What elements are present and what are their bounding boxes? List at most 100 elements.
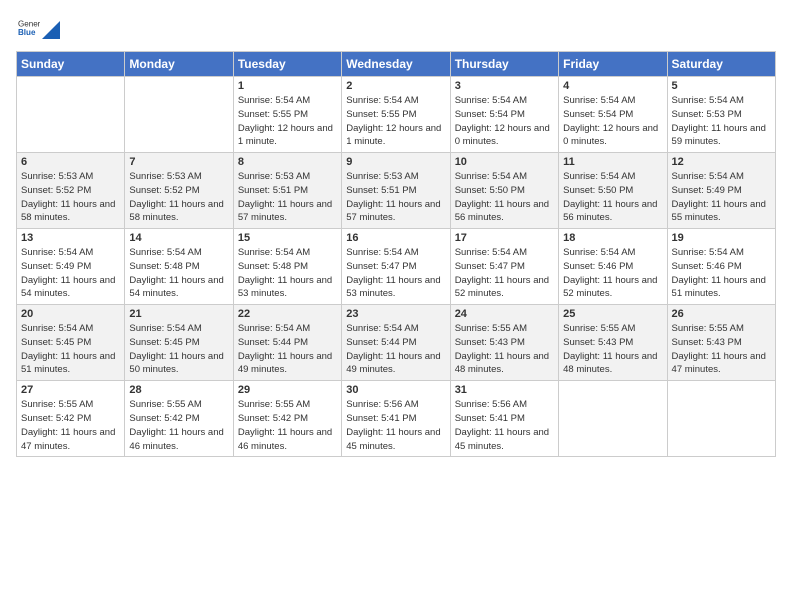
calendar-day-cell: 1 Sunrise: 5:54 AMSunset: 5:55 PMDaylight… (233, 77, 341, 153)
day-number: 26 (672, 308, 771, 320)
day-info: Sunrise: 5:54 AMSunset: 5:44 PMDaylight:… (238, 322, 337, 377)
calendar-day-cell: 16 Sunrise: 5:54 AMSunset: 5:47 PMDayligh… (342, 229, 450, 305)
weekday-header: Friday (559, 52, 667, 77)
page-header: General Blue (16, 16, 776, 43)
day-info: Sunrise: 5:54 AMSunset: 5:46 PMDaylight:… (672, 246, 771, 301)
day-info: Sunrise: 5:54 AMSunset: 5:46 PMDaylight:… (563, 246, 662, 301)
logo: General Blue (16, 16, 60, 43)
day-info: Sunrise: 5:56 AMSunset: 5:41 PMDaylight:… (346, 398, 445, 453)
weekday-header: Wednesday (342, 52, 450, 77)
day-number: 22 (238, 308, 337, 320)
day-number: 25 (563, 308, 662, 320)
calendar-day-cell: 25Sunrise: 5:55 AMSunset: 5:43 PMDayligh… (559, 305, 667, 381)
weekday-header: Saturday (667, 52, 775, 77)
svg-text:General: General (18, 19, 40, 28)
day-number: 3 (455, 80, 554, 92)
day-number: 15 (238, 232, 337, 244)
calendar-day-cell: 21 Sunrise: 5:54 AMSunset: 5:45 PMDayligh… (125, 305, 233, 381)
calendar-day-cell: 30 Sunrise: 5:56 AMSunset: 5:41 PMDayligh… (342, 381, 450, 457)
day-info: Sunrise: 5:54 AMSunset: 5:47 PMDaylight:… (455, 246, 554, 301)
day-info: Sunrise: 5:54 AMSunset: 5:54 PMDaylight:… (455, 94, 554, 149)
calendar-day-cell: 27 Sunrise: 5:55 AMSunset: 5:42 PMDayligh… (17, 381, 125, 457)
day-info: Sunrise: 5:54 AMSunset: 5:55 PMDaylight:… (346, 94, 445, 149)
calendar-day-cell: 29 Sunrise: 5:55 AMSunset: 5:42 PMDayligh… (233, 381, 341, 457)
day-info: Sunrise: 5:55 AMSunset: 5:42 PMDaylight:… (21, 398, 120, 453)
day-number: 20 (21, 308, 120, 320)
calendar-day-cell (667, 381, 775, 457)
day-number: 11 (563, 156, 662, 168)
calendar-week-row: 27 Sunrise: 5:55 AMSunset: 5:42 PMDayligh… (17, 381, 776, 457)
day-number: 1 (238, 80, 337, 92)
day-number: 6 (21, 156, 120, 168)
day-number: 8 (238, 156, 337, 168)
day-info: Sunrise: 5:55 AMSunset: 5:42 PMDaylight:… (238, 398, 337, 453)
calendar-day-cell: 4Sunrise: 5:54 AMSunset: 5:54 PMDaylight… (559, 77, 667, 153)
day-number: 31 (455, 384, 554, 396)
day-info: Sunrise: 5:54 AMSunset: 5:50 PMDaylight:… (455, 170, 554, 225)
day-number: 24 (455, 308, 554, 320)
calendar-day-cell: 11 Sunrise: 5:54 AMSunset: 5:50 PMDayligh… (559, 153, 667, 229)
calendar-week-row: 20 Sunrise: 5:54 AMSunset: 5:45 PMDayligh… (17, 305, 776, 381)
calendar-day-cell (17, 77, 125, 153)
calendar-day-cell: 12 Sunrise: 5:54 AMSunset: 5:49 PMDayligh… (667, 153, 775, 229)
day-number: 14 (129, 232, 228, 244)
day-number: 2 (346, 80, 445, 92)
weekday-header: Monday (125, 52, 233, 77)
day-info: Sunrise: 5:53 AMSunset: 5:51 PMDaylight:… (346, 170, 445, 225)
day-info: Sunrise: 5:54 AMSunset: 5:45 PMDaylight:… (129, 322, 228, 377)
calendar-day-cell: 31 Sunrise: 5:56 AMSunset: 5:41 PMDayligh… (450, 381, 558, 457)
calendar-day-cell: 10 Sunrise: 5:54 AMSunset: 5:50 PMDayligh… (450, 153, 558, 229)
calendar-day-cell: 7 Sunrise: 5:53 AMSunset: 5:52 PMDaylight… (125, 153, 233, 229)
calendar-day-cell: 26Sunrise: 5:55 AMSunset: 5:43 PMDayligh… (667, 305, 775, 381)
calendar-day-cell: 19Sunrise: 5:54 AMSunset: 5:46 PMDayligh… (667, 229, 775, 305)
calendar-week-row: 1 Sunrise: 5:54 AMSunset: 5:55 PMDaylight… (17, 77, 776, 153)
svg-text:Blue: Blue (18, 28, 36, 37)
calendar-day-cell: 17Sunrise: 5:54 AMSunset: 5:47 PMDayligh… (450, 229, 558, 305)
calendar-day-cell: 9 Sunrise: 5:53 AMSunset: 5:51 PMDaylight… (342, 153, 450, 229)
calendar-day-cell: 24Sunrise: 5:55 AMSunset: 5:43 PMDayligh… (450, 305, 558, 381)
day-number: 7 (129, 156, 228, 168)
calendar-day-cell: 13Sunrise: 5:54 AMSunset: 5:49 PMDayligh… (17, 229, 125, 305)
calendar-day-cell: 15 Sunrise: 5:54 AMSunset: 5:48 PMDayligh… (233, 229, 341, 305)
day-info: Sunrise: 5:54 AMSunset: 5:49 PMDaylight:… (672, 170, 771, 225)
day-number: 13 (21, 232, 120, 244)
day-info: Sunrise: 5:55 AMSunset: 5:42 PMDaylight:… (129, 398, 228, 453)
calendar-week-row: 6 Sunrise: 5:53 AMSunset: 5:52 PMDaylight… (17, 153, 776, 229)
day-info: Sunrise: 5:56 AMSunset: 5:41 PMDaylight:… (455, 398, 554, 453)
calendar-day-cell: 14 Sunrise: 5:54 AMSunset: 5:48 PMDayligh… (125, 229, 233, 305)
day-number: 5 (672, 80, 771, 92)
calendar-day-cell: 3 Sunrise: 5:54 AMSunset: 5:54 PMDaylight… (450, 77, 558, 153)
day-number: 10 (455, 156, 554, 168)
day-info: Sunrise: 5:54 AMSunset: 5:55 PMDaylight:… (238, 94, 337, 149)
day-info: Sunrise: 5:53 AMSunset: 5:51 PMDaylight:… (238, 170, 337, 225)
weekday-header: Sunday (17, 52, 125, 77)
day-number: 16 (346, 232, 445, 244)
day-info: Sunrise: 5:54 AMSunset: 5:48 PMDaylight:… (129, 246, 228, 301)
day-number: 27 (21, 384, 120, 396)
calendar-day-cell (559, 381, 667, 457)
day-number: 29 (238, 384, 337, 396)
weekday-header: Tuesday (233, 52, 341, 77)
calendar-day-cell: 28Sunrise: 5:55 AMSunset: 5:42 PMDayligh… (125, 381, 233, 457)
day-number: 18 (563, 232, 662, 244)
calendar-day-cell: 2 Sunrise: 5:54 AMSunset: 5:55 PMDaylight… (342, 77, 450, 153)
day-info: Sunrise: 5:53 AMSunset: 5:52 PMDaylight:… (21, 170, 120, 225)
day-info: Sunrise: 5:54 AMSunset: 5:50 PMDaylight:… (563, 170, 662, 225)
logo-icon: General Blue (18, 16, 40, 38)
calendar-day-cell: 6 Sunrise: 5:53 AMSunset: 5:52 PMDaylight… (17, 153, 125, 229)
day-info: Sunrise: 5:54 AMSunset: 5:47 PMDaylight:… (346, 246, 445, 301)
day-number: 12 (672, 156, 771, 168)
calendar-day-cell: 18 Sunrise: 5:54 AMSunset: 5:46 PMDayligh… (559, 229, 667, 305)
day-info: Sunrise: 5:54 AMSunset: 5:53 PMDaylight:… (672, 94, 771, 149)
day-info: Sunrise: 5:53 AMSunset: 5:52 PMDaylight:… (129, 170, 228, 225)
calendar-week-row: 13Sunrise: 5:54 AMSunset: 5:49 PMDayligh… (17, 229, 776, 305)
day-number: 30 (346, 384, 445, 396)
day-number: 21 (129, 308, 228, 320)
logo-triangle-icon (42, 21, 60, 39)
day-number: 23 (346, 308, 445, 320)
day-number: 9 (346, 156, 445, 168)
weekday-header: Thursday (450, 52, 558, 77)
calendar-day-cell: 23Sunrise: 5:54 AMSunset: 5:44 PMDayligh… (342, 305, 450, 381)
day-info: Sunrise: 5:54 AMSunset: 5:48 PMDaylight:… (238, 246, 337, 301)
day-number: 4 (563, 80, 662, 92)
